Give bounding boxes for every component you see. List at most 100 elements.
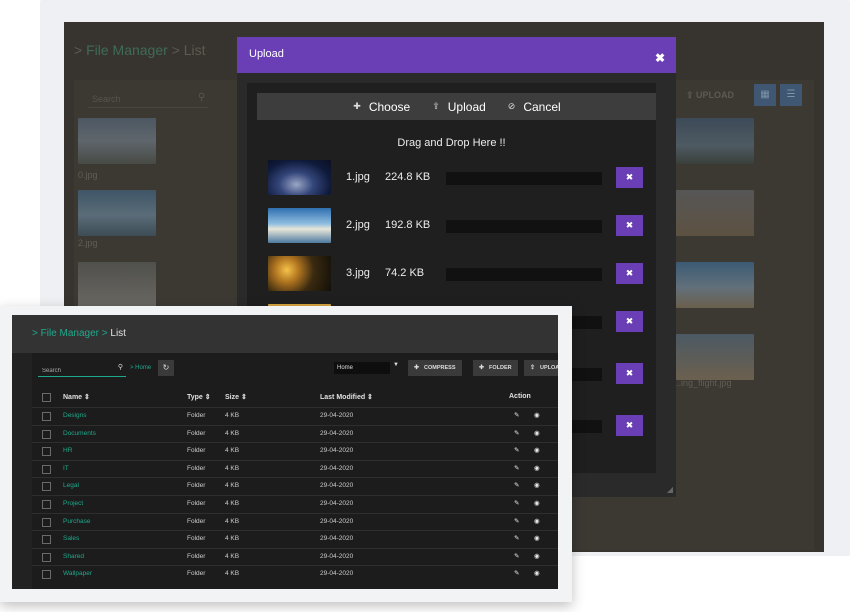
back-search-input[interactable]: Search — [88, 90, 208, 108]
row-name[interactable]: Legal — [63, 482, 79, 489]
back-breadcrumb-current: List — [183, 42, 206, 58]
table-row[interactable]: HR Folder 4 KB 29-04-2020 ✎ ◉ — [32, 442, 558, 459]
search-input[interactable] — [38, 362, 114, 380]
upload-button[interactable]: ⇪ Upload — [432, 100, 486, 114]
remove-file-button[interactable]: ✖ — [616, 415, 643, 436]
row-name[interactable]: Purchase — [63, 518, 90, 525]
back-thumb-right-1[interactable] — [676, 118, 754, 164]
table-row[interactable]: Designs Folder 4 KB 29-04-2020 ✎ ◉ — [32, 407, 558, 424]
folder-button[interactable]: ✚ FOLDER — [473, 360, 518, 376]
row-modified: 29-04-2020 — [320, 429, 354, 437]
table-row[interactable]: Legal Folder 4 KB 29-04-2020 ✎ ◉ — [32, 477, 558, 494]
resize-handle-icon[interactable]: ◢ — [667, 485, 673, 494]
eye-icon[interactable]: ◉ — [534, 429, 540, 437]
table-row[interactable]: Documents Folder 4 KB 29-04-2020 ✎ ◉ — [32, 424, 558, 442]
choose-button[interactable]: ✚ Choose — [353, 100, 410, 114]
column-size[interactable]: Size ⇕ — [225, 393, 247, 401]
back-thumb-2[interactable] — [78, 190, 156, 236]
row-type: Folder — [187, 570, 206, 578]
drop-zone-text[interactable]: Drag and Drop Here !! — [247, 137, 656, 149]
remove-file-button[interactable]: ✖ — [616, 167, 643, 188]
row-name[interactable]: Designs — [63, 412, 86, 419]
eye-icon[interactable]: ◉ — [534, 534, 540, 542]
pencil-icon[interactable]: ✎ — [514, 429, 519, 437]
compress-button[interactable]: ✚ COMPRESS — [408, 360, 462, 376]
upload-files-button[interactable]: ⇪ UPLOAD — [524, 360, 558, 376]
remove-file-button[interactable]: ✖ — [616, 215, 643, 236]
row-name[interactable]: Shared — [63, 553, 84, 560]
back-thumb-right-2[interactable] — [676, 190, 754, 236]
row-modified: 29-04-2020 — [320, 500, 354, 507]
pencil-icon[interactable]: ✎ — [514, 446, 519, 454]
table-row[interactable]: Project Folder 4 KB 29-04-2020 ✎ ◉ — [32, 495, 558, 512]
column-type[interactable]: Type ⇕ — [187, 393, 211, 401]
close-icon[interactable]: ✖ — [655, 51, 665, 65]
back-upload-button[interactable]: ⇪ UPLOAD — [686, 90, 734, 101]
remove-file-button[interactable]: ✖ — [616, 263, 643, 284]
table-row[interactable]: Sales Folder 4 KB 29-04-2020 ✎ ◉ — [32, 530, 558, 547]
eye-icon[interactable]: ◉ — [534, 552, 540, 560]
row-name[interactable]: Project — [63, 500, 83, 507]
table-row[interactable]: IT Folder 4 KB 29-04-2020 ✎ ◉ — [32, 459, 558, 477]
eye-icon[interactable]: ◉ — [534, 517, 540, 525]
row-checkbox[interactable] — [42, 552, 51, 562]
row-checkbox[interactable] — [42, 429, 51, 439]
row-name[interactable]: Documents — [63, 430, 96, 437]
row-checkbox[interactable] — [42, 464, 51, 474]
back-search-icon[interactable]: ⚲ — [198, 92, 205, 103]
chevron-down-icon[interactable]: ▼ — [393, 362, 399, 368]
ban-icon: ⊘ — [507, 101, 516, 111]
back-breadcrumb-link[interactable]: File Manager — [86, 42, 168, 58]
pencil-icon[interactable]: ✎ — [514, 411, 519, 419]
table-row[interactable]: Shared Folder 4 KB 29-04-2020 ✎ ◉ — [32, 547, 558, 565]
row-checkbox[interactable] — [42, 570, 51, 580]
eye-icon[interactable]: ◉ — [534, 481, 540, 489]
eye-icon[interactable]: ◉ — [534, 446, 540, 454]
row-checkbox[interactable] — [42, 482, 51, 492]
row-name[interactable]: HR — [63, 447, 72, 454]
breadcrumb-sep-2: > — [101, 328, 108, 339]
file-progress-bar — [446, 268, 602, 281]
breadcrumb-link[interactable]: File Manager — [41, 328, 99, 339]
back-breadcrumb: > File Manager > List — [74, 42, 206, 58]
file-size: 74.2 KB — [385, 267, 425, 279]
back-thumb-right-3[interactable] — [676, 262, 754, 308]
pencil-icon[interactable]: ✎ — [514, 552, 519, 560]
pencil-icon[interactable]: ✎ — [514, 517, 519, 525]
search-icon[interactable]: ⚲ — [118, 363, 123, 371]
row-name[interactable]: Wallpaper — [63, 570, 92, 577]
home-crumb-link[interactable]: > Home — [130, 365, 151, 371]
back-thumb-4[interactable] — [78, 262, 156, 308]
row-checkbox[interactable] — [42, 500, 51, 509]
table-row[interactable]: Wallpaper Folder 4 KB 29-04-2020 ✎ ◉ — [32, 565, 558, 582]
row-name[interactable]: IT — [63, 465, 69, 472]
eye-icon[interactable]: ◉ — [534, 464, 540, 472]
pencil-icon[interactable]: ✎ — [514, 534, 519, 542]
location-select[interactable]: Home — [334, 362, 390, 374]
pencil-icon[interactable]: ✎ — [514, 569, 519, 577]
list-view-icon[interactable]: ☰ — [780, 84, 802, 106]
eye-icon[interactable]: ◉ — [534, 411, 540, 419]
back-thumb-0[interactable] — [78, 118, 156, 164]
column-last-modified[interactable]: Last Modified ⇕ — [320, 393, 373, 401]
row-name[interactable]: Sales — [63, 535, 79, 542]
eye-icon[interactable]: ◉ — [534, 569, 540, 577]
row-checkbox[interactable] — [42, 447, 51, 457]
remove-file-button[interactable]: ✖ — [616, 363, 643, 384]
eye-icon[interactable]: ◉ — [534, 499, 540, 507]
cancel-button[interactable]: ⊘ Cancel — [508, 100, 561, 114]
table-row[interactable]: Purchase Folder 4 KB 29-04-2020 ✎ ◉ — [32, 512, 558, 530]
row-modified: 29-04-2020 — [320, 552, 354, 560]
grid-view-icon[interactable]: ▦ — [754, 84, 776, 106]
remove-file-button[interactable]: ✖ — [616, 311, 643, 332]
row-checkbox[interactable] — [42, 517, 51, 527]
row-checkbox[interactable] — [42, 535, 51, 545]
column-name[interactable]: Name ⇕ — [63, 393, 90, 401]
pencil-icon[interactable]: ✎ — [514, 499, 519, 507]
pencil-icon[interactable]: ✎ — [514, 481, 519, 489]
select-all-checkbox[interactable] — [42, 393, 51, 402]
back-thumb-right-4[interactable] — [676, 334, 754, 380]
pencil-icon[interactable]: ✎ — [514, 464, 519, 472]
refresh-button[interactable]: ↻ — [158, 360, 174, 376]
row-checkbox[interactable] — [42, 412, 51, 421]
